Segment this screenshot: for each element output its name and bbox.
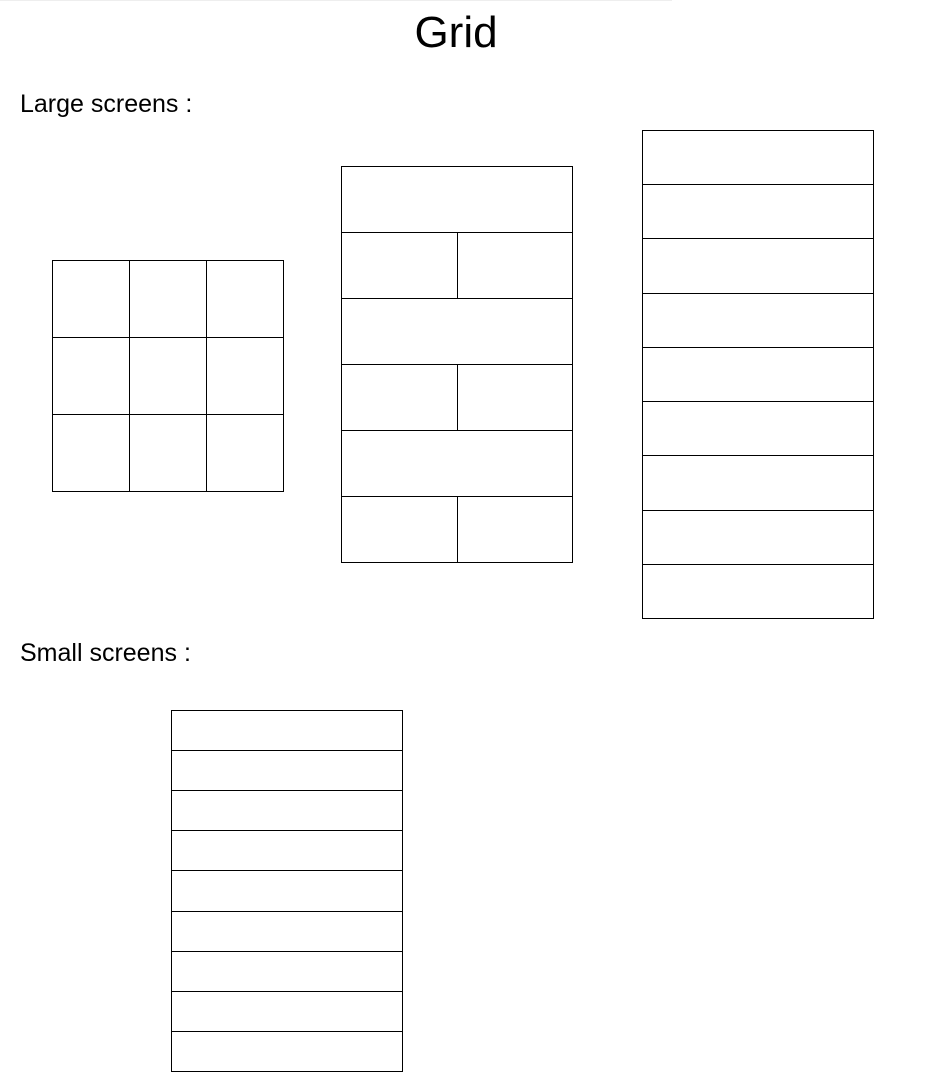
- page-title: Grid: [414, 8, 498, 57]
- grid-cell: [642, 564, 874, 619]
- top-divider: [0, 0, 672, 1]
- grid-cell: [642, 510, 874, 565]
- large-grid-single-column: [642, 130, 874, 619]
- grid-cell: [341, 496, 458, 563]
- grid-cell: [171, 830, 403, 871]
- grid-cell: [457, 232, 573, 299]
- grid-cell: [52, 260, 130, 338]
- grid-cell: [171, 710, 403, 751]
- grid-cell: [642, 455, 874, 511]
- grid-cell: [52, 337, 130, 415]
- grid-cell: [341, 364, 458, 431]
- grid-cell: [642, 293, 874, 348]
- grid-cell: [171, 870, 403, 912]
- grid-cell: [457, 364, 573, 431]
- grid-cell: [642, 184, 874, 239]
- grid-cell: [171, 911, 403, 952]
- large-screens-label: Large screens :: [20, 90, 193, 118]
- grid-cell: [171, 750, 403, 791]
- grid-cell: [341, 430, 573, 497]
- grid-cell: [341, 166, 573, 233]
- grid-cell: [171, 951, 403, 992]
- large-grid-alternating: [341, 166, 573, 563]
- grid-cell: [457, 496, 573, 563]
- small-grid-single-column: [171, 710, 403, 1072]
- grid-cell: [206, 260, 284, 338]
- grid-cell: [129, 337, 207, 415]
- grid-cell: [642, 130, 874, 185]
- large-grid-three-by-three: [52, 260, 284, 492]
- grid-cell: [206, 414, 284, 492]
- grid-cell: [341, 232, 458, 299]
- grid-cell: [171, 991, 403, 1032]
- grid-cell: [341, 298, 573, 365]
- grid-cell: [171, 790, 403, 831]
- grid-cell: [129, 260, 207, 338]
- grid-cell: [642, 401, 874, 456]
- small-screens-label: Small screens :: [20, 639, 191, 667]
- grid-cell: [52, 414, 130, 492]
- grid-cell: [171, 1031, 403, 1072]
- grid-cell: [642, 238, 874, 294]
- grid-cell: [206, 337, 284, 415]
- grid-cell: [129, 414, 207, 492]
- grid-cell: [642, 347, 874, 402]
